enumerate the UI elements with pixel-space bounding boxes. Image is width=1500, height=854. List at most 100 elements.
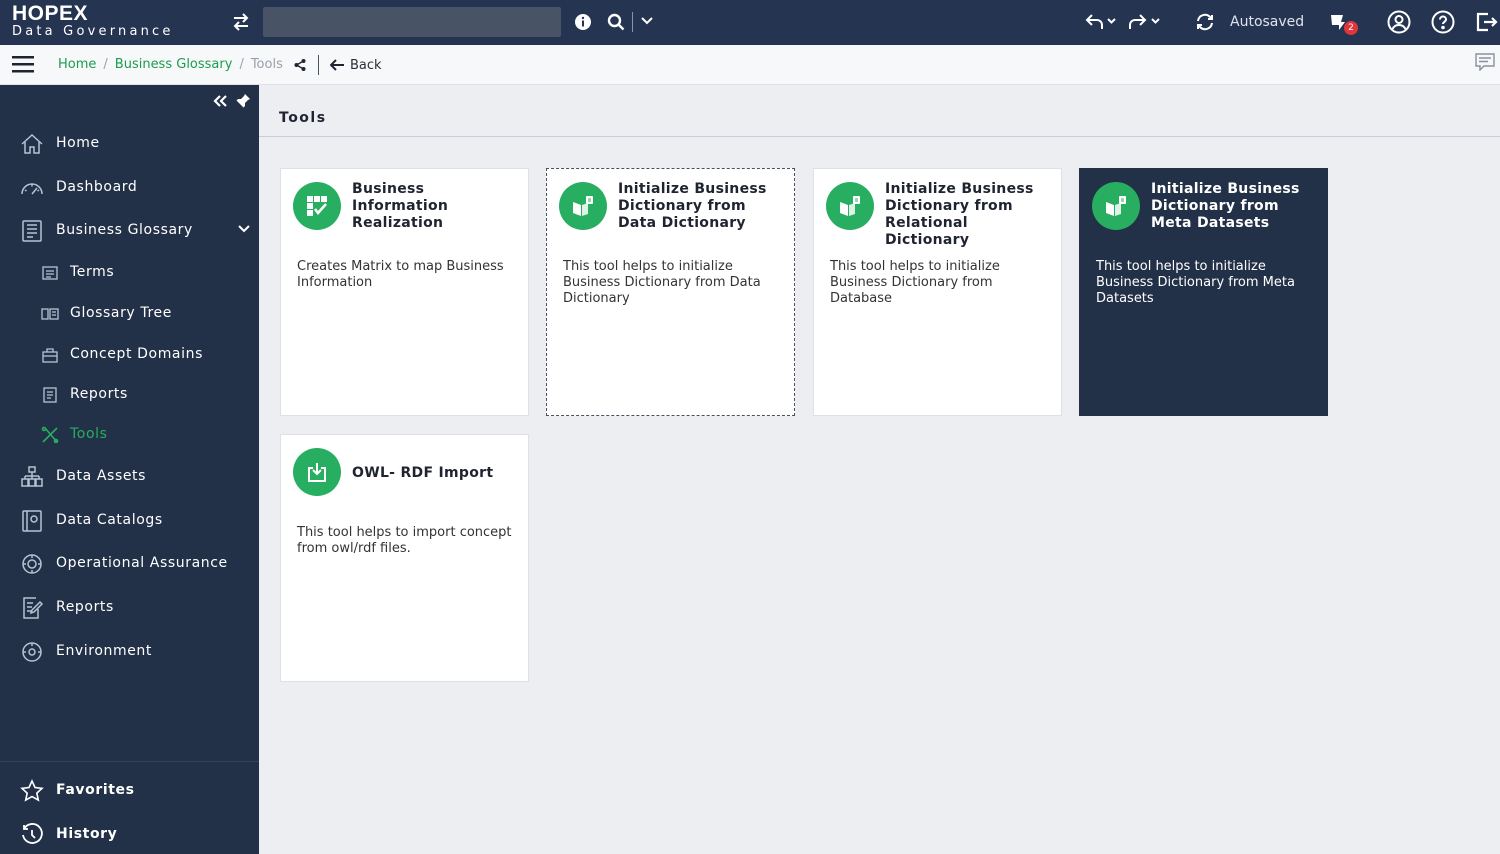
back-button[interactable]: Back [318, 55, 382, 75]
tool-card-init-from-relational-dictionary[interactable]: Initialize Business Dictionary from Rela… [813, 168, 1062, 416]
toolbar-divider [632, 12, 633, 32]
sidebar-item-label: Reports [56, 599, 114, 615]
home-icon [20, 132, 44, 156]
search-input[interactable] [263, 7, 561, 37]
sidebar-item-glossary-tree[interactable]: Glossary Tree [0, 296, 259, 330]
breadcrumb-current: Tools [250, 57, 283, 72]
glossary-book-icon [20, 219, 44, 243]
dictionary-init-icon [826, 182, 874, 230]
sidebar-item-data-catalogs[interactable]: Data Catalogs [0, 503, 259, 537]
card-title: OWL- RDF Import [352, 465, 494, 481]
dictionary-init-icon [559, 182, 607, 230]
sidebar-divider [0, 761, 259, 762]
sidebar-item-history[interactable]: History [0, 817, 259, 851]
sidebar-item-environment[interactable]: Environment [0, 634, 259, 668]
refresh-icon[interactable] [1193, 10, 1217, 34]
brand-logo[interactable]: HOPEX Data Governance [12, 2, 174, 39]
sidebar-item-tools[interactable]: Tools [0, 417, 259, 451]
breadcrumb-home[interactable]: Home [58, 57, 96, 72]
sidebar-item-reports[interactable]: Reports [0, 590, 259, 624]
sidebar-item-home[interactable]: Home [0, 126, 259, 160]
chevron-down-icon[interactable] [238, 225, 250, 233]
logout-icon[interactable] [1473, 9, 1499, 35]
switch-arrows-icon[interactable] [230, 11, 252, 33]
dashboard-gauge-icon [20, 176, 44, 200]
reports-edit-icon [20, 596, 44, 620]
sidebar-item-label: History [56, 826, 118, 842]
sidebar-item-label: Favorites [56, 782, 135, 798]
comment-icon[interactable] [1474, 52, 1496, 72]
concept-domain-icon [41, 346, 59, 364]
sidebar-item-favorites[interactable]: Favorites [0, 773, 259, 807]
share-icon[interactable] [294, 58, 306, 71]
card-description: Creates Matrix to map Business Informati… [297, 259, 504, 290]
tool-card-business-information-realization[interactable]: Business Information Realization Creates… [280, 168, 529, 416]
card-title: Initialize Business Dictionary from Meta… [1151, 181, 1300, 231]
assurance-icon [20, 552, 44, 576]
pin-icon[interactable] [234, 92, 252, 110]
brand-subtitle: Data Governance [12, 24, 174, 39]
tool-card-init-from-meta-datasets[interactable]: Initialize Business Dictionary from Meta… [1079, 168, 1328, 416]
sidebar: Home Dashboard Business Glossary Terms G… [0, 85, 259, 854]
back-label: Back [350, 57, 382, 73]
sidebar-item-label: Reports [70, 386, 128, 402]
tool-card-owl-rdf-import[interactable]: OWL- RDF Import This tool helps to impor… [280, 434, 529, 682]
card-title: Business Information Realization [352, 181, 449, 231]
info-icon[interactable] [572, 11, 594, 33]
tool-card-init-from-data-dictionary[interactable]: Initialize Business Dictionary from Data… [546, 168, 795, 416]
breadcrumb-bar: Home / Business Glossary / Tools Back [0, 45, 1500, 85]
report-icon [41, 386, 59, 404]
data-catalog-icon [20, 509, 44, 533]
sidebar-item-label: Home [56, 135, 100, 151]
tree-icon [41, 305, 59, 323]
top-bar: HOPEX Data Governance Autosaved 2 [0, 0, 1500, 45]
sidebar-item-business-glossary[interactable]: Business Glossary [0, 213, 259, 247]
chevron-down-icon[interactable] [639, 13, 655, 29]
arrow-left-icon [330, 59, 344, 71]
sidebar-item-label: Concept Domains [70, 346, 203, 362]
star-icon [20, 779, 44, 803]
data-assets-icon [20, 465, 44, 489]
sidebar-item-operational-assurance[interactable]: Operational Assurance [0, 546, 259, 580]
brand-title: HOPEX [12, 2, 89, 25]
sidebar-item-label: Dashboard [56, 179, 138, 195]
sidebar-item-label: Operational Assurance [56, 555, 228, 571]
sidebar-item-concept-domains[interactable]: Concept Domains [0, 337, 259, 371]
sidebar-item-label: Business Glossary [56, 222, 193, 238]
matrix-icon [293, 182, 341, 230]
breadcrumb: Home / Business Glossary / Tools [58, 57, 306, 72]
sidebar-item-label: Glossary Tree [70, 305, 172, 321]
help-icon[interactable] [1430, 9, 1456, 35]
sidebar-item-data-assets[interactable]: Data Assets [0, 459, 259, 493]
history-icon [20, 823, 44, 847]
dictionary-init-icon [1092, 182, 1140, 230]
search-icon[interactable] [605, 11, 627, 33]
undo-icon[interactable] [1084, 10, 1118, 34]
sidebar-item-terms[interactable]: Terms [0, 255, 259, 289]
sidebar-item-label: Data Catalogs [56, 512, 163, 528]
card-title: Initialize Business Dictionary from Data… [618, 181, 767, 231]
breadcrumb-business-glossary[interactable]: Business Glossary [115, 57, 233, 72]
sidebar-item-glossary-reports[interactable]: Reports [0, 377, 259, 411]
redo-icon[interactable] [1128, 10, 1162, 34]
page-header: Tools [259, 85, 1500, 137]
environment-icon [20, 640, 44, 664]
import-icon [293, 448, 341, 496]
card-description: This tool helps to import concept from o… [297, 525, 512, 556]
notification-count-badge: 2 [1344, 21, 1358, 35]
card-description: This tool helps to initialize Business D… [1096, 259, 1295, 306]
sidebar-item-label: Data Assets [56, 468, 147, 484]
card-description: This tool helps to initialize Business D… [830, 259, 1000, 306]
card-title: Initialize Business Dictionary from Rela… [885, 181, 1034, 248]
collapse-sidebar-icon[interactable] [211, 93, 229, 109]
hamburger-menu-icon[interactable] [11, 53, 35, 75]
breadcrumb-separator: / [239, 57, 244, 72]
sidebar-item-label: Environment [56, 643, 152, 659]
sidebar-item-dashboard[interactable]: Dashboard [0, 170, 259, 204]
user-account-icon[interactable] [1386, 9, 1412, 35]
card-description: This tool helps to initialize Business D… [563, 259, 761, 306]
tools-icon [41, 426, 59, 444]
sidebar-item-label: Terms [70, 264, 115, 280]
breadcrumb-separator: / [103, 57, 108, 72]
page-title: Tools [279, 110, 327, 126]
